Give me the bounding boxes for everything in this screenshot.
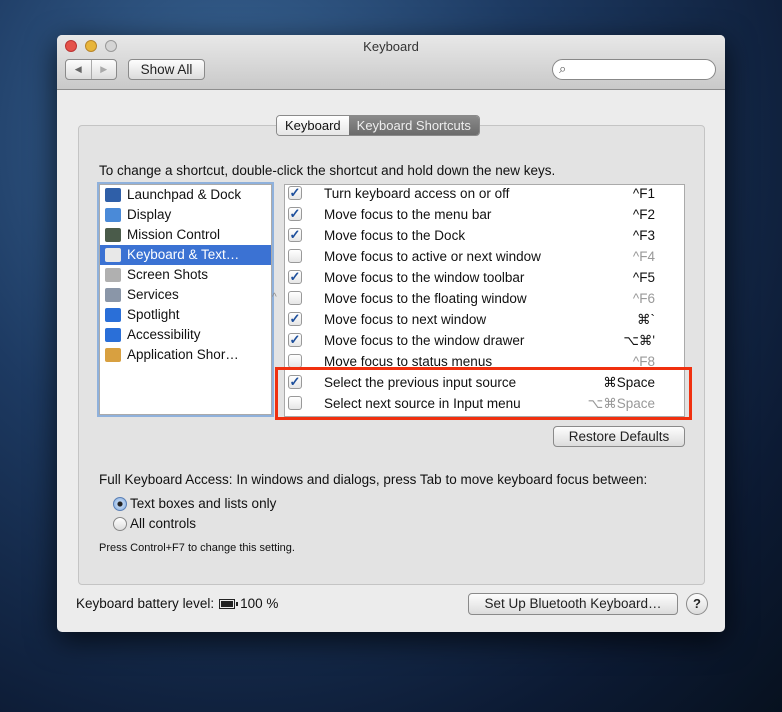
checkbox[interactable] xyxy=(288,354,302,368)
shortcut-key[interactable]: ^F5 xyxy=(633,267,655,288)
tab-keyboard[interactable]: Keyboard xyxy=(277,116,349,135)
shortcut-label: Move focus to active or next window xyxy=(324,249,541,264)
shortcut-key[interactable]: ^F4 xyxy=(633,246,655,267)
sidebar-item[interactable]: Services xyxy=(100,285,271,305)
launchpad-dock-icon xyxy=(105,188,121,202)
title-bar: Keyboard ◀ ▶ Show All ⌕ xyxy=(57,35,725,90)
hint-text: Press Control+F7 to change this setting. xyxy=(99,542,295,554)
battery-value: 100 % xyxy=(240,596,279,611)
sidebar-item-label: Application Shor… xyxy=(127,347,239,362)
restore-defaults-button[interactable]: Restore Defaults xyxy=(553,426,685,447)
checked-checkbox[interactable]: ✓ xyxy=(288,312,302,326)
sidebar-item[interactable]: Mission Control xyxy=(100,225,271,245)
shortcut-key[interactable]: ^F2 xyxy=(633,204,655,225)
radio-unselected-icon[interactable] xyxy=(113,516,127,531)
sidebar-item-label: Launchpad & Dock xyxy=(127,187,242,202)
shortcut-row[interactable]: Move focus to the floating window ^F6 xyxy=(285,288,684,309)
sidebar-item-label: Screen Shots xyxy=(127,267,209,282)
keyboard-preferences-window: Keyboard ◀ ▶ Show All ⌕ Keyboard Keyboar… xyxy=(57,35,725,632)
app-shortcuts-icon xyxy=(105,348,121,362)
shortcut-label: Move focus to the window toolbar xyxy=(324,270,525,285)
shortcut-row[interactable]: ✓ Move focus to the menu bar ^F2 xyxy=(285,204,684,225)
radio-selected-icon[interactable] xyxy=(113,496,127,511)
shortcut-row[interactable]: ✓ Move focus to next window ⌘` xyxy=(285,309,684,330)
sidebar-item-label: Display xyxy=(127,207,172,222)
battery-label: Keyboard battery level: xyxy=(76,596,215,611)
sidebar-item[interactable]: Accessibility xyxy=(100,325,271,345)
search-field[interactable]: ⌕ xyxy=(552,59,716,80)
instructions: To change a shortcut, double-click the s… xyxy=(99,163,556,178)
search-input[interactable] xyxy=(575,62,705,77)
shortcut-label: Move focus to next window xyxy=(324,312,487,327)
keyboard-icon xyxy=(105,248,121,262)
sidebar-item-label: Keyboard & Text… xyxy=(127,247,240,262)
tab-keyboard-shortcuts[interactable]: Keyboard Shortcuts xyxy=(348,116,479,135)
shortcut-label: Move focus to the floating window xyxy=(324,291,527,306)
battery-status: Keyboard battery level: 100 % xyxy=(76,596,278,611)
show-all-button[interactable]: Show All xyxy=(128,59,205,80)
mission-control-icon xyxy=(105,228,121,242)
sidebar-item-label: Accessibility xyxy=(127,327,201,342)
spotlight-icon xyxy=(105,308,121,322)
checked-checkbox[interactable]: ✓ xyxy=(288,270,302,284)
split-handle-icon[interactable]: ^ xyxy=(272,292,277,303)
shortcut-key[interactable]: ⌘` xyxy=(637,309,655,330)
shortcut-label: Move focus to the menu bar xyxy=(324,207,492,222)
category-list: Launchpad & Dock Display Mission Control Ke… xyxy=(97,182,274,417)
checked-checkbox[interactable]: ✓ xyxy=(288,186,302,200)
battery-icon xyxy=(219,598,239,609)
checked-checkbox[interactable]: ✓ xyxy=(288,333,302,347)
checked-checkbox[interactable]: ✓ xyxy=(288,207,302,221)
full-keyboard-access-label: Full Keyboard Access: In windows and dia… xyxy=(99,472,648,487)
help-button[interactable]: ? xyxy=(686,593,708,615)
sidebar-item-label: Spotlight xyxy=(127,307,180,322)
window-title: Keyboard xyxy=(363,39,419,54)
sidebar-item[interactable]: Display xyxy=(100,205,271,225)
radio-label: Text boxes and lists only xyxy=(130,496,277,511)
shortcut-row[interactable]: ✓ Move focus to the window toolbar ^F5 xyxy=(285,267,684,288)
radio-text-boxes[interactable]: Text boxes and lists only xyxy=(113,496,276,511)
sidebar-item[interactable]: Launchpad & Dock xyxy=(100,185,271,205)
search-icon: ⌕ xyxy=(559,61,567,76)
radio-label: All controls xyxy=(130,516,197,531)
checkbox[interactable] xyxy=(288,291,302,305)
checkbox[interactable] xyxy=(288,249,302,263)
shortcut-row[interactable]: Move focus to active or next window ^F4 xyxy=(285,246,684,267)
tab-bar: Keyboard Keyboard Shortcuts xyxy=(276,115,480,136)
highlight-box xyxy=(275,367,692,420)
sidebar-item[interactable]: Application Shor… xyxy=(100,345,271,365)
shortcut-label: Turn keyboard access on or off xyxy=(324,186,510,201)
shortcut-key[interactable]: ^F3 xyxy=(633,225,655,246)
forward-button[interactable]: ▶ xyxy=(92,60,117,79)
sidebar-item[interactable]: Spotlight xyxy=(100,305,271,325)
setup-bluetooth-keyboard-button[interactable]: Set Up Bluetooth Keyboard… xyxy=(468,593,678,615)
shortcut-label: Move focus to the Dock xyxy=(324,228,466,243)
checked-checkbox[interactable]: ✓ xyxy=(288,228,302,242)
accessibility-icon xyxy=(105,328,121,342)
display-icon xyxy=(105,208,121,222)
shortcut-key[interactable]: ^F6 xyxy=(633,288,655,309)
back-button[interactable]: ◀ xyxy=(66,60,92,79)
sidebar-item[interactable]: Screen Shots xyxy=(100,265,271,285)
gear-icon xyxy=(105,288,121,302)
sidebar-item-label: Mission Control xyxy=(127,227,221,242)
shortcut-row[interactable]: ✓ Move focus to the Dock ^F3 xyxy=(285,225,684,246)
screenshot-icon xyxy=(105,268,121,282)
shortcut-key[interactable]: ⌥⌘' xyxy=(623,330,655,351)
shortcut-label: Move focus to the window drawer xyxy=(324,333,525,348)
sidebar-item[interactable]: Keyboard & Text… xyxy=(100,245,271,265)
sidebar-item-label: Services xyxy=(127,287,179,302)
shortcut-key[interactable]: ^F1 xyxy=(633,185,655,204)
radio-all-controls[interactable]: All controls xyxy=(113,516,196,531)
shortcut-row[interactable]: ✓ Turn keyboard access on or off ^F1 xyxy=(285,185,684,204)
nav-buttons: ◀ ▶ xyxy=(65,59,117,80)
shortcut-row[interactable]: ✓ Move focus to the window drawer ⌥⌘' xyxy=(285,330,684,351)
